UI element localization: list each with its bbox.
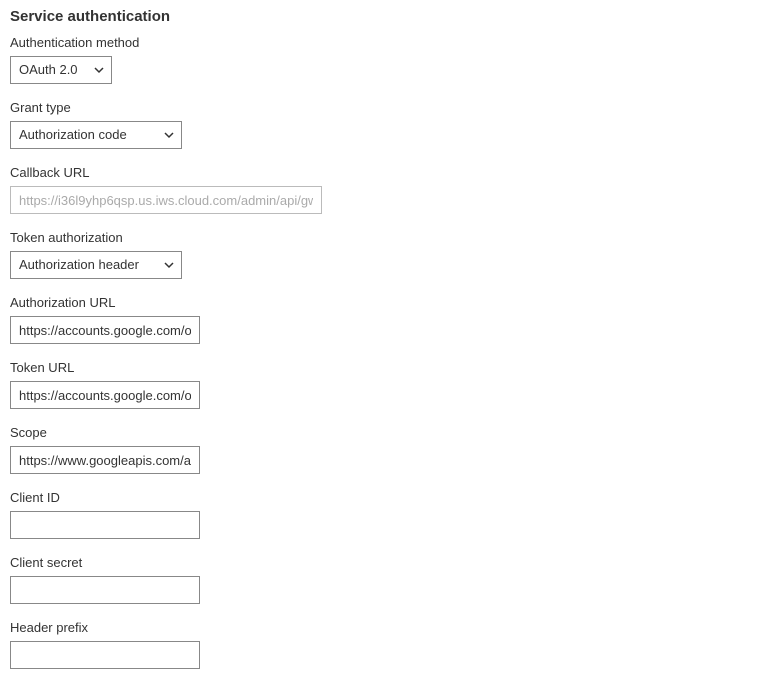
auth-method-value: OAuth 2.0 (19, 62, 78, 77)
callback-url-input[interactable] (10, 186, 322, 214)
token-authorization-value: Authorization header (19, 257, 139, 272)
grant-type-label: Grant type (10, 100, 754, 115)
auth-method-select[interactable]: OAuth 2.0 (10, 56, 112, 84)
header-prefix-label: Header prefix (10, 620, 754, 635)
grant-type-value: Authorization code (19, 127, 127, 142)
field-scope: Scope (10, 425, 754, 474)
field-grant-type: Grant type Authorization code (10, 100, 754, 149)
grant-type-select[interactable]: Authorization code (10, 121, 182, 149)
field-callback-url: Callback URL (10, 165, 754, 214)
token-url-label: Token URL (10, 360, 754, 375)
token-authorization-label: Token authorization (10, 230, 754, 245)
scope-input[interactable] (10, 446, 200, 474)
authorization-url-label: Authorization URL (10, 295, 754, 310)
client-secret-input[interactable] (10, 576, 200, 604)
authorization-url-input[interactable] (10, 316, 200, 344)
auth-method-label: Authentication method (10, 35, 754, 50)
field-token-authorization: Token authorization Authorization header (10, 230, 754, 279)
field-header-prefix: Header prefix (10, 620, 754, 669)
token-authorization-select[interactable]: Authorization header (10, 251, 182, 279)
client-id-input[interactable] (10, 511, 200, 539)
section-title: Service authentication (10, 8, 754, 25)
chevron-down-icon (163, 259, 175, 271)
field-auth-method: Authentication method OAuth 2.0 (10, 35, 754, 84)
field-authorization-url: Authorization URL (10, 295, 754, 344)
field-token-url: Token URL (10, 360, 754, 409)
client-id-label: Client ID (10, 490, 754, 505)
token-url-input[interactable] (10, 381, 200, 409)
field-client-secret: Client secret (10, 555, 754, 604)
client-secret-label: Client secret (10, 555, 754, 570)
chevron-down-icon (93, 64, 105, 76)
scope-label: Scope (10, 425, 754, 440)
field-client-id: Client ID (10, 490, 754, 539)
callback-url-label: Callback URL (10, 165, 754, 180)
chevron-down-icon (163, 129, 175, 141)
